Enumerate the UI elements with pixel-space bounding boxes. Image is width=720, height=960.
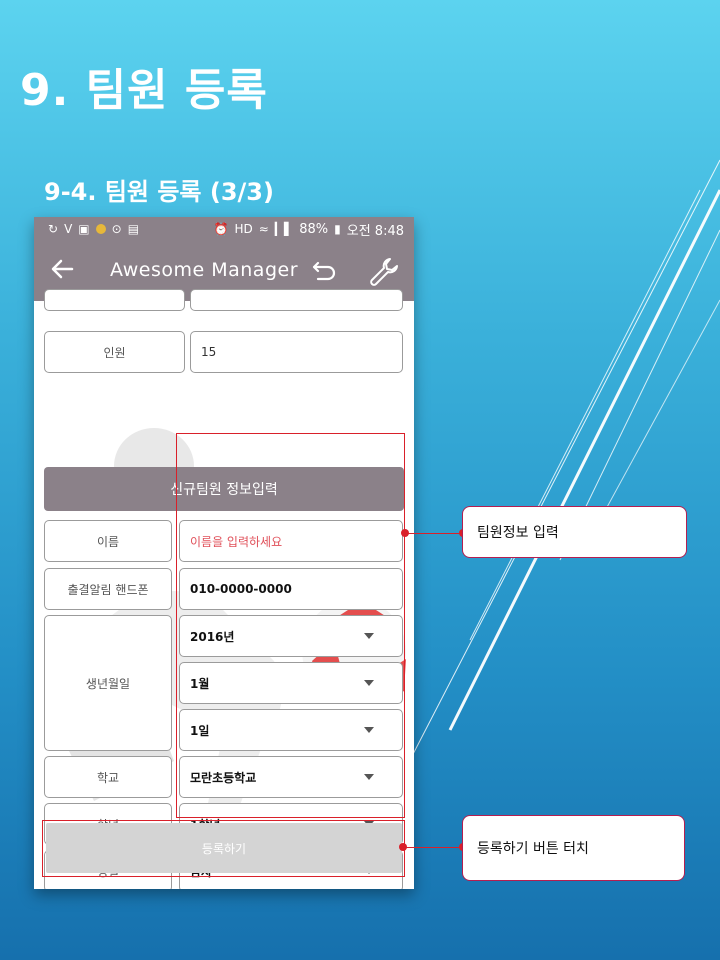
photo-icon: ▤ — [127, 222, 140, 236]
school-label: 학교 — [44, 756, 172, 798]
status-time: 오전 8:48 — [346, 223, 404, 239]
connector-dot — [401, 529, 409, 537]
image-icon: ▣ — [78, 222, 90, 236]
back-arrow-icon[interactable] — [48, 255, 76, 283]
members-label: 인원 — [44, 331, 185, 373]
callout-info-input: 팀원정보 입력 — [462, 506, 687, 558]
hd-icon: HD — [234, 222, 253, 236]
phone-label: 출결알림 핸드폰 — [44, 568, 172, 610]
alarm-icon: ⏰ — [213, 222, 229, 236]
highlight-info-fields — [176, 433, 405, 818]
vpn-icon: V — [64, 222, 73, 236]
members-input[interactable]: 15 — [190, 331, 403, 373]
partial-value-box — [190, 289, 403, 311]
cat-icon: ⊙ — [111, 222, 122, 236]
connector-dot — [399, 843, 407, 851]
wifi-icon: ≈ — [258, 222, 269, 236]
app-title: Awesome Manager — [110, 259, 298, 281]
slide-title: 9. 팀원 등록 — [20, 65, 268, 116]
connector-info — [405, 533, 463, 534]
status-right-icons: ⏰ HD ≈ ▎▌ 88% ▮ 오전 8:48 — [213, 220, 404, 239]
notification-dot-icon — [95, 224, 106, 234]
undo-icon[interactable] — [310, 257, 338, 285]
birth-label: 생년월일 — [44, 615, 172, 751]
callout-submit-touch: 등록하기 버튼 터치 — [462, 815, 685, 881]
battery-icon: ▮ — [334, 222, 341, 236]
name-label: 이름 — [44, 520, 172, 562]
status-left-icons: ↻ V ▣ ⊙ ▤ — [48, 223, 139, 235]
wrench-icon[interactable] — [368, 255, 400, 287]
slide-subtitle: 9-4. 팀원 등록 (3/3) — [44, 178, 274, 206]
partial-label-box — [44, 289, 185, 311]
signal-icon: ▎▌ — [274, 222, 294, 236]
status-bar: ↻ V ▣ ⊙ ▤ ⏰ HD ≈ ▎▌ 88% ▮ 오전 8:48 — [34, 217, 414, 241]
battery-percent: 88% — [299, 221, 329, 237]
sync-icon: ↻ — [48, 222, 59, 236]
highlight-submit-button — [42, 820, 405, 877]
connector-submit — [403, 847, 463, 848]
